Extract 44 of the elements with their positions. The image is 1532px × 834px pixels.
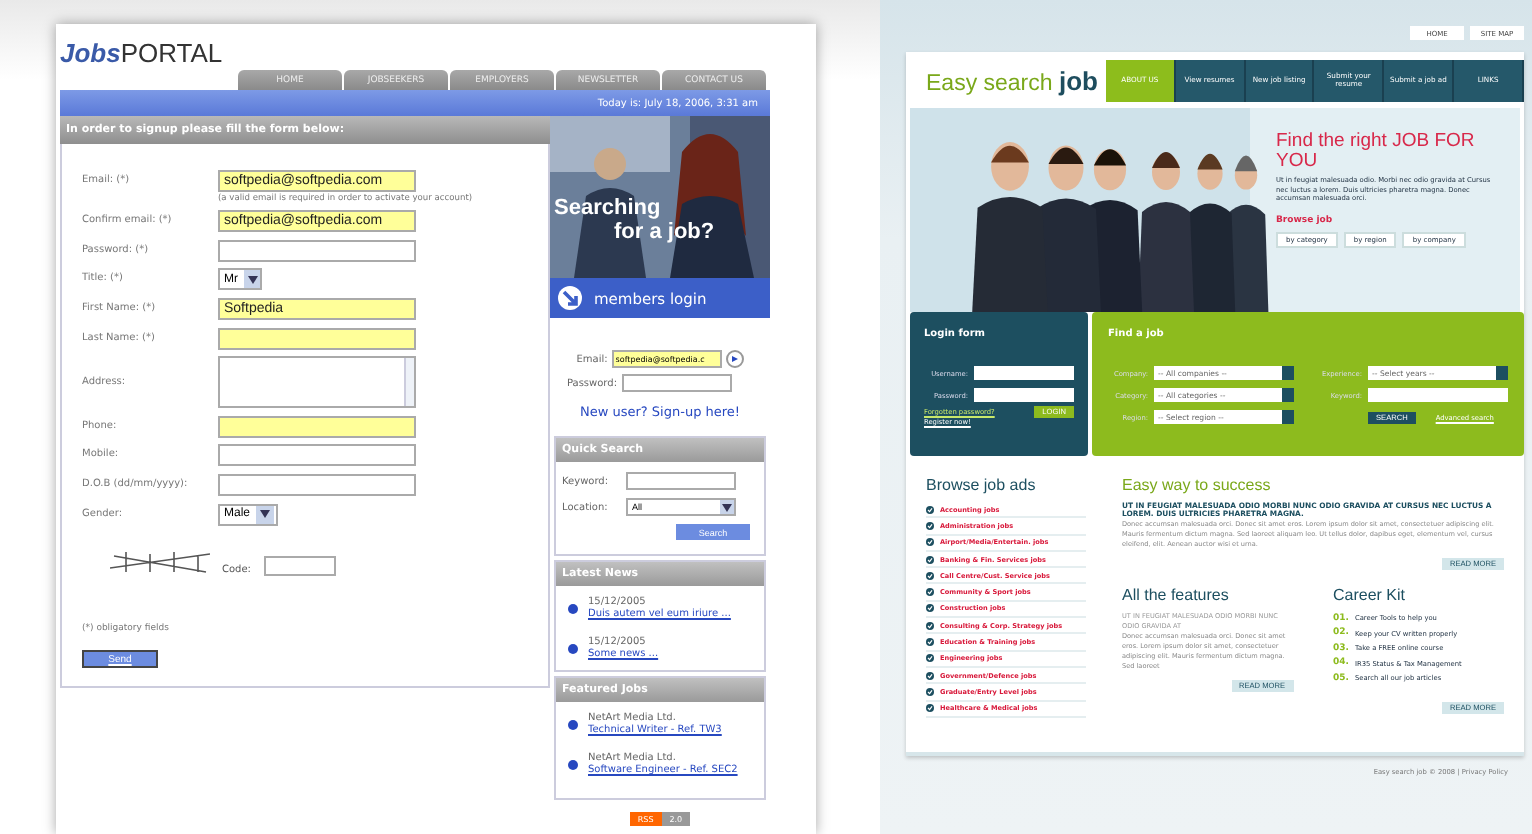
check-icon [926,621,934,630]
password-field[interactable] [621,374,732,392]
dropdown-arrow-icon [260,510,271,519]
section-title: Browse job ads [926,476,1038,494]
username-field[interactable] [974,366,1074,380]
section-title: Career Kit [1333,585,1408,604]
check-icon [926,555,934,564]
play-icon [731,356,738,362]
check-icon [926,571,934,580]
check-icon [926,538,934,547]
dropdown-arrow-icon [722,503,732,511]
password-field[interactable] [974,388,1074,402]
text-area[interactable] [218,356,416,409]
check-icon [926,671,934,680]
arrow-icon [556,284,584,312]
text-field[interactable] [218,327,416,350]
text-field[interactable] [218,415,416,438]
text-field[interactable] [218,473,416,496]
check-icon [926,505,934,514]
check-icon [926,687,934,696]
site-logo: Easy search job [926,65,1100,95]
dropdown-arrow-icon [247,275,257,284]
bullet-icon [568,719,578,729]
section-title: All the features [1122,585,1231,604]
bullet-icon [568,643,578,653]
hero-title: Find the right JOB FOR YOU [1276,132,1477,170]
check-icon [926,638,934,647]
go-button[interactable] [725,350,744,368]
text-field[interactable] [218,239,416,262]
keyword-field[interactable] [1368,388,1508,402]
bullet-icon [568,759,578,769]
check-icon [926,654,934,663]
code-field[interactable] [263,556,335,577]
check-icon [926,521,934,530]
captcha-drawing [110,548,210,577]
check-icon [926,588,934,597]
check-icon [926,704,934,713]
keyword-field[interactable] [626,472,736,490]
check-icon [926,604,934,613]
site-logo: JobsPORTAL [60,36,225,70]
text-field[interactable] [218,444,416,467]
section-title: Easy way to success [1122,476,1273,494]
bullet-icon [568,603,578,613]
hero-caption: Searching for a job? [554,196,715,244]
